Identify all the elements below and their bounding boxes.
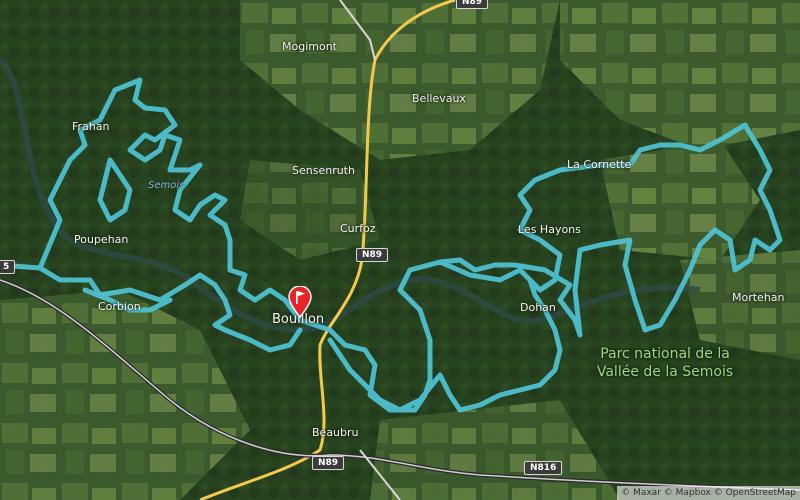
place-label-dohan: Dohan (520, 301, 556, 314)
flag-marker-icon[interactable] (288, 285, 312, 322)
river-label-semois: Semois (148, 180, 185, 191)
place-label-curfoz: Curfoz (340, 222, 376, 235)
map-view[interactable]: Mogimont Bellevaux Sensenruth Curfoz Fra… (0, 0, 800, 500)
road-shield-n816: N816 (524, 461, 563, 475)
park-label-line2: Vallée de la Semois (596, 364, 734, 380)
place-label-sensenruth: Sensenruth (292, 164, 355, 177)
road-shield-top: N89 (456, 0, 489, 9)
place-label-corbion: Corbion (98, 300, 141, 313)
place-label-bellevaux: Bellevaux (412, 92, 466, 105)
place-label-poupehan: Poupehan (74, 233, 129, 246)
place-label-frahan: Frahan (72, 120, 110, 133)
road-shield-n89-north: N89 (356, 248, 389, 262)
park-label: Parc national de la Vallée de la Semois (585, 345, 745, 381)
place-label-les-hayons: Les Hayons (518, 223, 581, 236)
place-label-mortehan: Mortehan (732, 291, 785, 304)
map-attribution[interactable]: © Maxar © Mapbox © OpenStreetMap (617, 486, 800, 500)
road-shield-n89-south: N89 (312, 456, 345, 470)
satellite-basemap (0, 0, 800, 500)
road-shield-left-edge: 5 (0, 260, 16, 274)
place-label-beaubru: Beaubru (312, 426, 359, 439)
park-label-line1: Parc national de la (600, 346, 730, 362)
place-label-la-cornette: La Cornette (567, 158, 632, 171)
place-label-mogimont: Mogimont (282, 40, 337, 53)
